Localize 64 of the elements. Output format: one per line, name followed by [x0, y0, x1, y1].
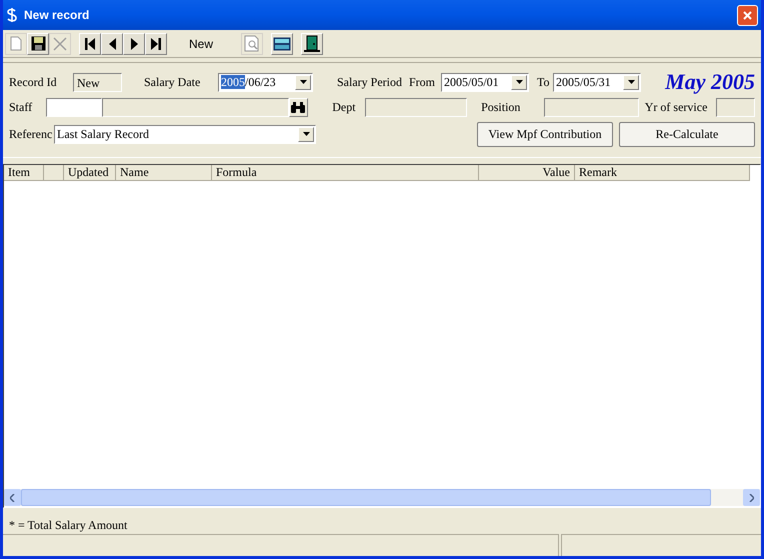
- record-id-field[interactable]: New: [73, 72, 122, 92]
- field-label: Dept: [332, 99, 357, 116]
- period-heading: May 2005: [665, 71, 755, 93]
- column-header[interactable]: Value: [479, 165, 575, 180]
- column-header[interactable]: Item: [4, 165, 44, 180]
- caret-down-icon: [302, 132, 310, 136]
- blank-page-icon: [10, 36, 22, 51]
- page-magnifier-icon: [244, 35, 260, 52]
- first-button[interactable]: [79, 32, 101, 54]
- caret-down-icon: [300, 80, 306, 84]
- exit-button[interactable]: [301, 32, 323, 54]
- field-label: Record Id: [9, 74, 58, 91]
- staff-name-field[interactable]: [102, 98, 289, 116]
- chevron-left-icon: [10, 494, 15, 502]
- x-mark-icon: [53, 36, 67, 50]
- column-header[interactable]: Updated: [64, 165, 116, 180]
- salary-date-field[interactable]: 2005/06/23: [218, 72, 313, 92]
- binoculars-icon: [291, 102, 306, 112]
- calculator-button[interactable]: [271, 32, 293, 54]
- caret-down-icon: [516, 80, 522, 84]
- years-of-service-field[interactable]: [716, 98, 755, 116]
- binoculars-button[interactable]: [288, 98, 308, 116]
- scroll-right-button[interactable]: [743, 489, 760, 506]
- dept-field[interactable]: [364, 98, 468, 116]
- field-label: To: [537, 74, 550, 91]
- field-label: Yr of service: [644, 99, 708, 116]
- position-field[interactable]: [544, 98, 639, 116]
- field-label: Staff: [9, 99, 34, 116]
- legend-note: * = Total Salary Amount: [8, 517, 128, 534]
- action-button[interactable]: Re-Calculate: [619, 122, 755, 146]
- skip-back-icon: [85, 38, 95, 50]
- prev-button[interactable]: [101, 32, 123, 54]
- to-date-field[interactable]: 2005/05/31: [553, 72, 641, 92]
- record-mode-label: New: [189, 36, 214, 52]
- dropdown-arrow-button[interactable]: [623, 74, 639, 90]
- door-icon: [303, 34, 321, 52]
- dollar-icon: [6, 8, 18, 22]
- reference-dropdown[interactable]: Last Salary Record: [54, 124, 316, 144]
- next-button[interactable]: [123, 32, 145, 54]
- dropdown-arrow-button[interactable]: [298, 126, 314, 142]
- window-title: New record: [24, 7, 90, 24]
- skip-forward-icon: [151, 38, 161, 50]
- field-label: From: [409, 74, 436, 91]
- chevron-right-icon: [749, 494, 754, 502]
- staff-code-field[interactable]: [46, 98, 102, 116]
- column-header[interactable]: Formula: [212, 165, 479, 180]
- column-header[interactable]: Remark: [575, 165, 750, 180]
- close-button[interactable]: [737, 4, 758, 26]
- field-label: Referenc: [9, 126, 54, 143]
- field-label: Salary Period: [337, 74, 403, 91]
- triangle-left-icon: [108, 38, 116, 50]
- dropdown-arrow-button[interactable]: [295, 74, 311, 90]
- field-label: Position: [481, 99, 522, 116]
- action-button[interactable]: View Mpf Contribution: [477, 122, 613, 146]
- column-header[interactable]: Name: [116, 165, 212, 180]
- close-icon: [743, 10, 752, 20]
- from-date-field[interactable]: 2005/05/01: [441, 72, 529, 92]
- field-label: Salary Date: [144, 74, 202, 91]
- scroll-left-button[interactable]: [4, 489, 21, 506]
- last-button[interactable]: [145, 32, 167, 54]
- triangle-right-icon: [130, 38, 138, 50]
- dropdown-arrow-button[interactable]: [511, 74, 527, 90]
- caret-down-icon: [628, 80, 634, 84]
- save-button[interactable]: [27, 32, 49, 54]
